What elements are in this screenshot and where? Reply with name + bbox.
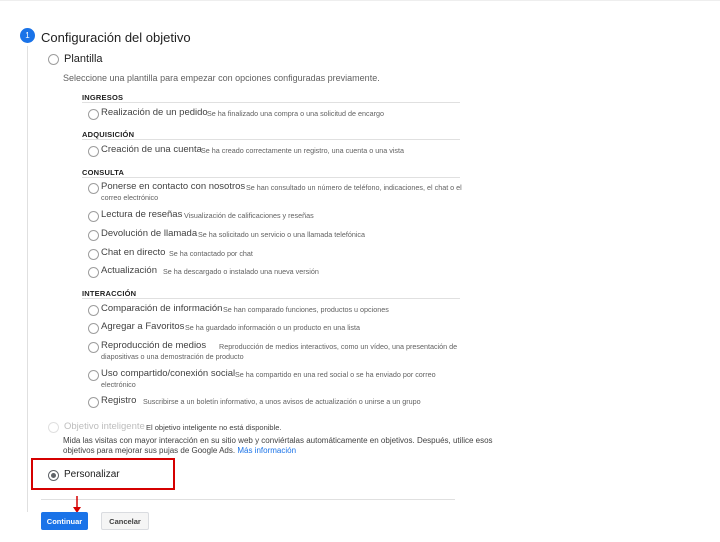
option-name: Comparación de información xyxy=(101,303,223,314)
step-title: Configuración del objetivo xyxy=(41,30,191,45)
template-description: Seleccione una plantilla para empezar co… xyxy=(63,73,380,83)
option-description: Se han comparado funciones, productos u … xyxy=(223,305,389,314)
option-name: Chat en directo xyxy=(101,247,166,258)
option-radio[interactable] xyxy=(88,109,99,120)
template-label: Plantilla xyxy=(64,53,103,65)
option-name: Realización de un pedido xyxy=(101,107,208,118)
option-name: Lectura de reseñas xyxy=(101,209,183,220)
option-description: Se han consultado un número de teléfono,… xyxy=(101,183,462,202)
option-name: Actualización xyxy=(101,265,157,276)
step-number-badge: 1 xyxy=(20,28,35,43)
option-description: Suscribirse a un boletín informativo, a … xyxy=(143,397,421,406)
option-radio[interactable] xyxy=(88,183,99,194)
option-description: Reproducción de medios interactivos, com… xyxy=(101,342,458,361)
option-radio[interactable] xyxy=(88,267,99,278)
option-description: Se ha descargado o instalado una nueva v… xyxy=(163,267,319,276)
option-radio[interactable] xyxy=(88,146,99,157)
category-divider xyxy=(82,139,460,140)
option-radio[interactable] xyxy=(88,342,99,353)
custom-label: Personalizar xyxy=(64,469,120,480)
template-radio[interactable] xyxy=(48,54,59,65)
smart-goal-unavailable: El objetivo inteligente no está disponib… xyxy=(146,423,282,432)
option-name: Registro xyxy=(101,395,137,406)
option-radio[interactable] xyxy=(88,370,99,381)
option-name: Devolución de llamada xyxy=(101,228,198,239)
custom-radio[interactable] xyxy=(48,470,59,481)
category-consulta: CONSULTA xyxy=(82,168,125,177)
smart-goal-label: Objetivo inteligente xyxy=(64,421,145,432)
category-divider xyxy=(82,298,460,299)
category-ingresos: INGRESOS xyxy=(82,93,124,102)
option-radio[interactable] xyxy=(88,323,99,334)
option-radio[interactable] xyxy=(88,305,99,316)
option-description: Se ha compartido en una red social o se … xyxy=(101,370,436,389)
option-radio[interactable] xyxy=(88,397,99,408)
option-description: Se ha guardado información o un producto… xyxy=(185,323,361,332)
category-divider xyxy=(82,102,460,103)
smart-goal-description-text: objetivos para mejorar sus pujas de Goog… xyxy=(63,446,236,455)
step-connector-line xyxy=(27,46,28,512)
category-interaccion: INTERACCIÓN xyxy=(82,289,137,298)
option-radio[interactable] xyxy=(88,249,99,260)
smart-goal-radio xyxy=(48,422,59,433)
option-name: Agregar a Favoritos xyxy=(101,321,185,332)
cancel-button[interactable]: Cancelar xyxy=(101,512,149,530)
category-adquisicion: ADQUISICIÓN xyxy=(82,130,135,139)
category-divider xyxy=(82,177,460,178)
top-divider xyxy=(0,0,720,1)
option-name: Creación de una cuenta xyxy=(101,144,202,155)
continue-button[interactable]: Continuar xyxy=(41,512,88,530)
option-description: Visualización de calificaciones y reseña… xyxy=(184,211,314,220)
option-description: Se ha solicitado un servicio o una llama… xyxy=(198,230,366,239)
option-radio[interactable] xyxy=(88,230,99,241)
smart-goal-description-2: objetivos para mejorar sus pujas de Goog… xyxy=(63,445,296,456)
option-description: Se ha contactado por chat xyxy=(169,249,253,258)
option-description: Se ha finalizado una compra o una solici… xyxy=(207,109,385,118)
bottom-divider xyxy=(41,499,455,500)
option-radio[interactable] xyxy=(88,211,99,222)
more-info-link[interactable]: Más información xyxy=(237,446,296,455)
option-description: Se ha creado correctamente un registro, … xyxy=(201,146,404,155)
